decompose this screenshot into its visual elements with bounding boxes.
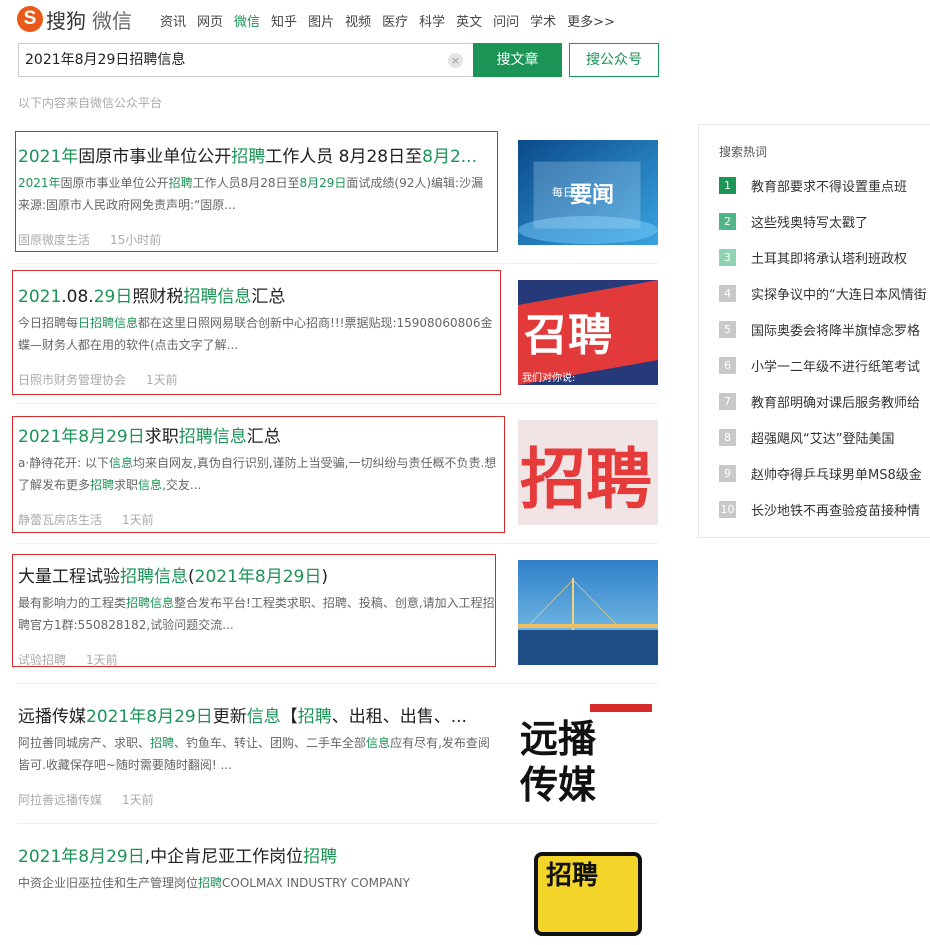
hot-search-item[interactable]: 10 长沙地铁不再查验疫苗接种情 xyxy=(719,499,930,519)
hot-rank-badge: 8 xyxy=(719,428,736,446)
hot-rank-badge: 3 xyxy=(719,248,736,266)
hot-rank-badge: 6 xyxy=(719,356,736,374)
hot-search-text: 实探争议中的“大连日本风情街 xyxy=(751,287,927,303)
hot-search-item[interactable]: 5 国际奥委会将降半旗悼念罗格 xyxy=(719,319,930,339)
highlight-box xyxy=(12,270,501,395)
hot-search-item[interactable]: 8 超强飓风“艾达”登陆美国 xyxy=(719,427,930,447)
hot-search-text: 教育部明确对课后服务教师给 xyxy=(751,395,921,411)
hot-search-text: 教育部要求不得设置重点班 xyxy=(751,179,908,195)
hot-rank-badge: 1 xyxy=(719,176,736,194)
hot-search-text: 国际奥委会将降半旗悼念罗格 xyxy=(751,323,921,339)
hot-search-item[interactable]: 7 教育部明确对课后服务教师给 xyxy=(719,391,930,411)
hot-search-item[interactable]: 4 实探争议中的“大连日本风情街 xyxy=(719,283,930,303)
hot-rank-badge: 5 xyxy=(719,320,736,338)
hot-rank-badge: 7 xyxy=(719,392,736,410)
hot-search-item[interactable]: 3 土耳其即将承认塔利班政权 xyxy=(719,247,930,267)
hot-search-text: 赵帅夺得乒乓球男单MS8级金 xyxy=(751,467,922,483)
result-thumbnail[interactable]: 招聘 xyxy=(518,840,658,945)
hot-search-item[interactable]: 6 小学一二年级不进行纸笔考试 xyxy=(719,355,930,375)
hot-search-text: 超强飓风“艾达”登陆美国 xyxy=(751,431,895,447)
hot-search-item[interactable]: 9 赵帅夺得乒乓球男单MS8级金 xyxy=(719,463,930,483)
highlight-box xyxy=(12,416,505,533)
result-item: 2021年固原市事业单位公开招聘工作人员 8月28日至8月2... 2021年固原… xyxy=(0,0,660,264)
highlight-box xyxy=(12,554,496,667)
hot-search-text: 长沙地铁不再查验疫苗接种情 xyxy=(751,503,921,519)
result-item: 2021年8月29日,中企肯尼亚工作岗位招聘 中资企业旧巫拉佳和生产管理岗位招聘C… xyxy=(0,700,660,945)
hot-rank-badge: 10 xyxy=(719,500,736,518)
hot-search-text: 这些残奥特写太戳了 xyxy=(751,215,869,231)
highlight-box xyxy=(15,131,498,252)
hot-rank-badge: 2 xyxy=(719,212,736,230)
svg-text:招聘: 招聘 xyxy=(546,861,598,891)
hot-search-text: 土耳其即将承认塔利班政权 xyxy=(751,251,908,267)
hot-search-panel: 搜索热词 1 教育部要求不得设置重点班 2 这些残奥特写太戳了 3 土耳其即将承认塔利班政… xyxy=(698,124,930,538)
hot-rank-badge: 9 xyxy=(719,464,736,482)
hot-search-item[interactable]: 1 教育部要求不得设置重点班 xyxy=(719,175,930,195)
result-title[interactable]: 2021年8月29日,中企肯尼亚工作岗位招聘 xyxy=(18,842,494,867)
hot-rank-badge: 4 xyxy=(719,284,736,302)
hot-search-item[interactable]: 2 这些残奥特写太戳了 xyxy=(719,211,930,231)
hot-search-title: 搜索热词 xyxy=(719,145,768,159)
hot-search-text: 小学一二年级不进行纸笔考试 xyxy=(751,359,921,375)
